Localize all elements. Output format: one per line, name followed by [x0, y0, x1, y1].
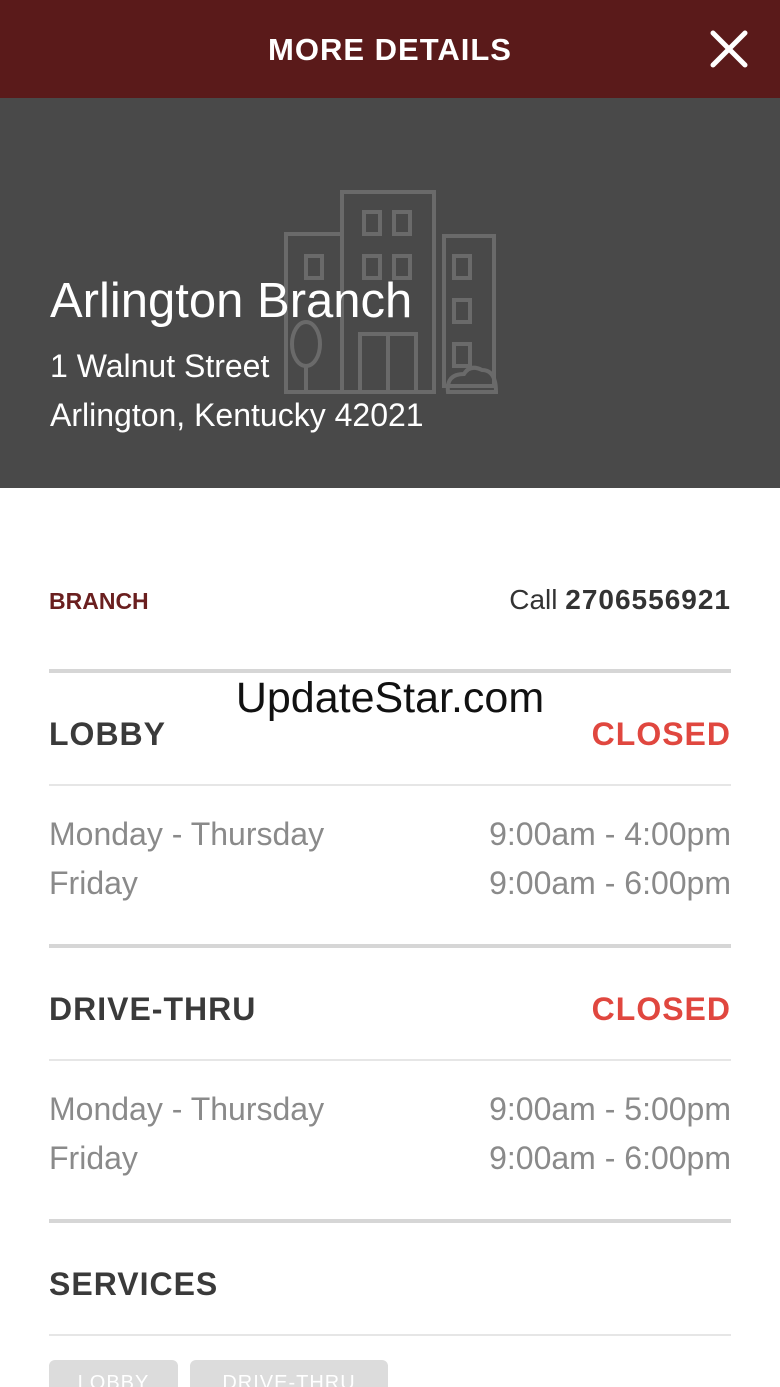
call-link[interactable]: Call 2706556921 [509, 584, 731, 616]
services-title: SERVICES [49, 1266, 219, 1302]
drive-thru-time-2: 9:00am - 6:00pm [489, 1140, 731, 1176]
page-title: MORE DETAILS [268, 32, 512, 67]
drive-thru-days-2: Friday [49, 1140, 138, 1176]
contact-row: BRANCH Call 2706556921 [49, 580, 731, 624]
service-chip-drive-thru[interactable]: DRIVE-THRU [190, 1360, 388, 1387]
call-prefix: Call [509, 584, 558, 615]
branch-hero: Arlington Branch 1 Walnut Street Arlingt… [0, 98, 780, 488]
service-chip-lobby[interactable]: LOBBY [49, 1360, 178, 1387]
drive-thru-title: DRIVE-THRU [49, 991, 257, 1027]
lobby-days-2: Friday [49, 865, 138, 901]
watermark: UpdateStar.com [235, 674, 545, 722]
lobby-time-2: 9:00am - 6:00pm [489, 865, 731, 901]
phone-number: 2706556921 [565, 584, 731, 615]
branch-street: 1 Walnut Street [50, 348, 270, 384]
divider [49, 944, 731, 948]
divider [49, 1059, 731, 1061]
divider [49, 669, 731, 673]
drive-thru-status: CLOSED [591, 991, 731, 1027]
branch-city: Arlington, Kentucky 42021 [50, 397, 424, 433]
branch-label: BRANCH [49, 588, 149, 614]
divider [49, 784, 731, 786]
drive-thru-time-1: 9:00am - 5:00pm [489, 1091, 731, 1127]
lobby-days-1: Monday - Thursday [49, 816, 325, 852]
branch-name: Arlington Branch [50, 274, 413, 328]
close-icon[interactable] [702, 22, 756, 76]
top-bar: MORE DETAILS [0, 0, 780, 98]
divider [49, 1334, 731, 1336]
divider [49, 1219, 731, 1223]
lobby-time-1: 9:00am - 4:00pm [489, 816, 731, 852]
drive-thru-days-1: Monday - Thursday [49, 1091, 325, 1127]
